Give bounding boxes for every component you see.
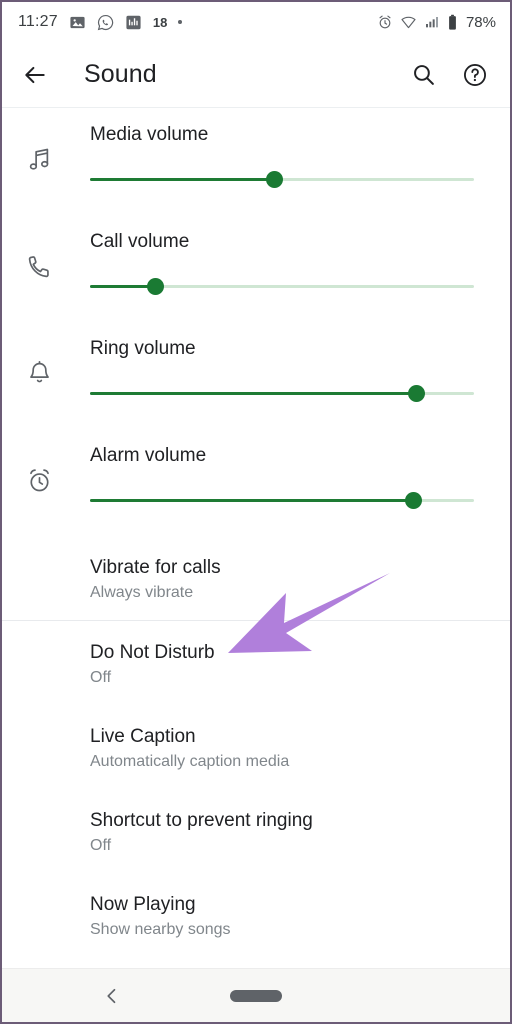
list-item-shortcut-to-prevent-ringing[interactable]: Shortcut to prevent ringing Off <box>2 789 510 873</box>
phone-screen: 11:27 <box>0 0 512 1024</box>
phone-icon <box>24 251 54 281</box>
list-item-now-playing[interactable]: Now Playing Show nearby songs <box>2 873 510 957</box>
list-item-subtitle: Automatically caption media <box>90 751 488 773</box>
list-item-subtitle: Off <box>90 667 488 689</box>
wifi-icon <box>400 14 417 31</box>
slider-thumb[interactable] <box>147 278 164 295</box>
slider-track-fill <box>90 285 155 288</box>
status-time: 11:27 <box>18 13 58 31</box>
status-bar: 11:27 <box>2 2 510 42</box>
list-item-title: Now Playing <box>90 893 488 917</box>
overflow-dot-icon <box>178 20 182 24</box>
slider-row-call-volume[interactable]: Call volume <box>2 215 510 322</box>
app-bar: Sound <box>2 42 510 108</box>
back-arrow-icon[interactable] <box>22 62 48 88</box>
music-note-icon <box>24 144 54 174</box>
nav-back-icon[interactable] <box>102 986 122 1006</box>
slider-thumb[interactable] <box>266 171 283 188</box>
list-item-live-caption[interactable]: Live Caption Automatically caption media <box>2 705 510 789</box>
slider-row-media-volume[interactable]: Media volume <box>2 108 510 215</box>
list-item-title: Vibrate for calls <box>90 556 488 580</box>
page-title: Sound <box>84 60 385 89</box>
list-item-vibrate-for-calls[interactable]: Vibrate for calls Always vibrate <box>2 536 510 620</box>
status-bar-left: 11:27 <box>18 13 377 31</box>
list-item-subtitle: Show nearby songs <box>90 919 488 941</box>
list-item-title: Shortcut to prevent ringing <box>90 809 488 833</box>
slider-track-fill <box>90 499 413 502</box>
ht-app-icon <box>125 14 142 31</box>
slider-row-ring-volume[interactable]: Ring volume <box>2 322 510 429</box>
notification-count: 18 <box>153 15 167 30</box>
alarm-clock-icon <box>24 465 54 495</box>
slider-row-alarm-volume[interactable]: Alarm volume <box>2 429 510 536</box>
list-item-subtitle: Off <box>90 835 488 857</box>
whatsapp-icon <box>97 14 114 31</box>
slider-media-volume[interactable] <box>90 170 474 190</box>
slider-track-fill <box>90 178 274 181</box>
photo-icon <box>69 14 86 31</box>
list-item-subtitle: Always vibrate <box>90 582 488 604</box>
bell-icon <box>24 358 54 388</box>
alarm-icon <box>377 14 393 30</box>
slider-thumb[interactable] <box>408 385 425 402</box>
slider-alarm-volume[interactable] <box>90 491 474 511</box>
list-item-title: Do Not Disturb <box>90 641 488 665</box>
nav-home-pill[interactable] <box>230 990 282 1002</box>
status-bar-right: 78% <box>377 14 496 31</box>
slider-label-alarm-volume: Alarm volume <box>90 445 206 467</box>
slider-track-fill <box>90 392 416 395</box>
slider-thumb[interactable] <box>405 492 422 509</box>
cellular-signal-icon <box>424 14 440 30</box>
list-item-do-not-disturb[interactable]: Do Not Disturb Off <box>2 621 510 705</box>
battery-icon <box>447 14 458 31</box>
list-item-title: Live Caption <box>90 725 488 749</box>
slider-label-media-volume: Media volume <box>90 124 208 146</box>
battery-percent: 78% <box>466 14 496 31</box>
search-icon[interactable] <box>411 62 436 87</box>
slider-ring-volume[interactable] <box>90 384 474 404</box>
slider-call-volume[interactable] <box>90 277 474 297</box>
slider-label-call-volume: Call volume <box>90 231 189 253</box>
navigation-bar <box>2 968 510 1022</box>
help-icon[interactable] <box>462 62 488 88</box>
slider-label-ring-volume: Ring volume <box>90 338 196 360</box>
